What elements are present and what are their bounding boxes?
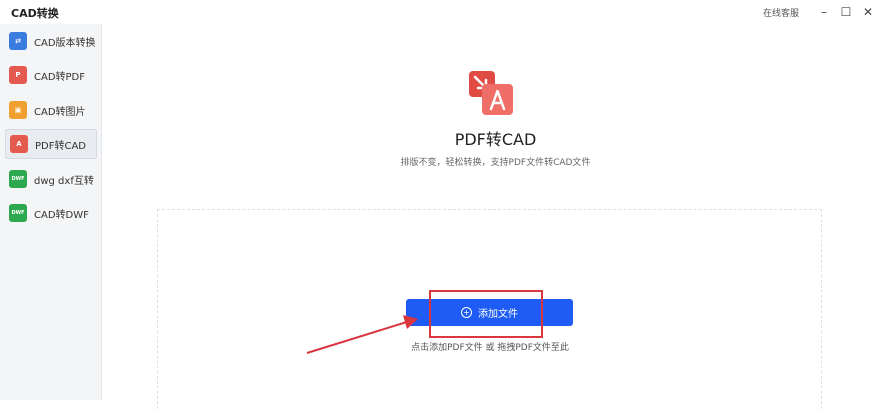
sidebar-item-label: CAD转图片 [34,106,86,118]
pdf-to-cad-icon [469,71,513,115]
drop-hint: 点击添加PDF文件 或 拖拽PDF文件至此 [411,343,569,353]
sidebar-item-label: PDF转CAD [35,140,87,152]
sidebar-item-cad-version[interactable]: ⇄ CAD版本转换 [5,26,97,56]
sidebar-item-label: CAD转DWF [34,209,89,221]
sidebar-item-cad-to-pdf[interactable]: P CAD转PDF [5,60,97,90]
minimize-icon[interactable]: – [813,3,835,21]
sidebar-item-cad-to-image[interactable]: ▣ CAD转图片 [5,95,97,125]
sidebar-item-cad-to-dwf[interactable]: DWF CAD转DWF [5,198,97,228]
dwf-file-icon: DWF [9,170,27,188]
main-panel: PDF转CAD 排版不变，轻松转换，支持PDF文件转CAD文件 + 添加文件 点… [102,24,889,409]
sidebar-item-pdf-to-cad[interactable]: A PDF转CAD [5,129,97,159]
sidebar-item-label: dwg dxf互转 [34,175,94,187]
convert-arrows-icon: ⇄ [9,32,27,50]
app-title: CAD转换 [11,7,59,20]
highlight-annotation-box [429,290,543,338]
title-bar: CAD转换 在线客服 – ☐ ✕ [0,0,889,24]
sidebar-item-label: CAD版本转换 [34,37,96,49]
image-file-icon: ▣ [9,101,27,119]
window-controls: 在线客服 – ☐ ✕ [763,3,879,21]
page-title: PDF转CAD [454,130,537,149]
online-support-link[interactable]: 在线客服 [763,6,799,19]
sidebar-item-dwg-dxf[interactable]: DWF dwg dxf互转 [5,164,97,194]
maximize-icon[interactable]: ☐ [835,3,857,21]
pdf-file-icon: P [9,66,27,84]
dwf-file-icon: DWF [9,204,27,222]
sidebar: ⇄ CAD版本转换 P CAD转PDF ▣ CAD转图片 A PDF转CAD D… [0,24,102,400]
page-subtitle: 排版不变，轻松转换，支持PDF文件转CAD文件 [400,158,591,168]
pdf-to-cad-icon: A [10,135,28,153]
sidebar-item-label: CAD转PDF [34,71,86,83]
annotation-arrow-icon [306,315,418,354]
close-icon[interactable]: ✕ [857,3,879,21]
